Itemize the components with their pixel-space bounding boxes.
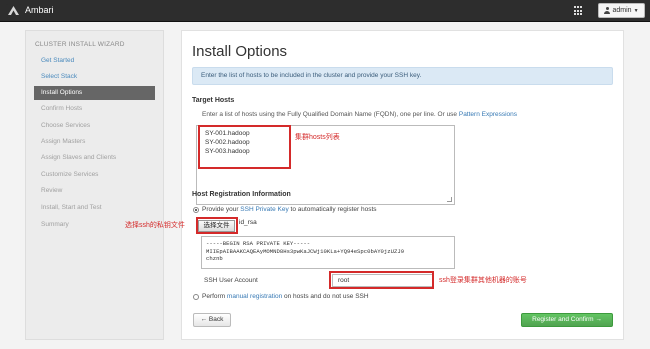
apps-grid-icon[interactable] [574,6,584,16]
ssh-key-option-label: Provide your SSH Private Key to automati… [202,206,377,213]
host-registration-heading: Host Registration Information [192,191,291,198]
step-choose-services: Choose Services [41,122,91,129]
page-title: Install Options [192,43,288,60]
selected-file-name: id_rsa [239,219,257,226]
step-assign-slaves: Assign Slaves and Clients [41,154,117,161]
top-navbar: Ambari admin ▼ [0,0,650,22]
option1-prefix: Provide your [202,206,241,213]
hint-text: Enter a list of hosts using the Fully Qu… [202,111,459,118]
key-line: chznb [206,255,223,262]
wizard-sidebar: CLUSTER INSTALL WIZARD Get Started Selec… [25,30,164,340]
ssh-user-annotation: ssh登录集群其他机器的账号 [439,277,527,284]
install-options-panel: Install Options Enter the list of hosts … [125,30,624,340]
option1-suffix: to automatically register hosts [288,206,377,213]
key-line: MIIEpAIBAAKCAQEAyMOMND8Hs3pwKaJCWj10KLa+… [206,247,405,255]
hosts-annotation: 集群hosts列表 [295,134,340,141]
step-confirm-hosts: Confirm Hosts [41,105,83,112]
manual-registration-label: Perform manual registration on hosts and… [202,293,369,300]
step-review: Review [41,187,63,194]
resize-grip-icon[interactable] [447,197,452,202]
ssh-user-label: SSH User Account [204,277,258,284]
sidebar-title: CLUSTER INSTALL WIZARD [35,41,125,48]
user-name: admin [612,7,632,14]
caret-down-icon: ▼ [633,7,639,14]
file-button-highlight-box [196,217,238,234]
step-install-options[interactable]: Install Options [34,86,155,100]
target-hosts-heading: Target Hosts [192,97,235,104]
ssh-key-radio[interactable] [193,207,199,213]
ssh-user-highlight-box [329,271,434,289]
hosts-highlight-box [198,125,291,169]
user-menu-button[interactable]: admin ▼ [598,3,645,18]
ambari-logo-icon[interactable] [6,4,21,18]
ssh-private-key-link[interactable]: SSH Private Key [240,206,288,213]
option2-suffix: on hosts and do not use SSH [282,293,369,300]
user-icon [604,7,611,14]
option2-prefix: Perform [202,293,227,300]
register-and-confirm-button[interactable]: Register and Confirm → [521,313,613,327]
step-select-stack[interactable]: Select Stack [34,70,155,84]
target-hosts-hint: Enter a list of hosts using the Fully Qu… [202,111,517,118]
ssh-key-annotation: 选择ssh的私钥文件 [125,222,185,229]
brand-title[interactable]: Ambari [25,5,54,15]
manual-registration-link[interactable]: manual registration [227,293,282,300]
step-get-started[interactable]: Get Started [34,54,155,68]
step-install-start-test: Install, Start and Test [41,204,102,211]
manual-registration-radio[interactable] [193,294,199,300]
info-alert: Enter the list of hosts to be included i… [192,67,613,85]
back-button[interactable]: ← Back [193,313,231,327]
step-assign-masters: Assign Masters [41,138,86,145]
private-key-textarea[interactable]: -----BEGIN RSA PRIVATE KEY----- MIIEpAIB… [201,236,455,269]
key-line: -----BEGIN RSA PRIVATE KEY----- [206,240,311,247]
step-customize-services: Customize Services [41,171,99,178]
pattern-expressions-link[interactable]: Pattern Expressions [459,111,517,118]
